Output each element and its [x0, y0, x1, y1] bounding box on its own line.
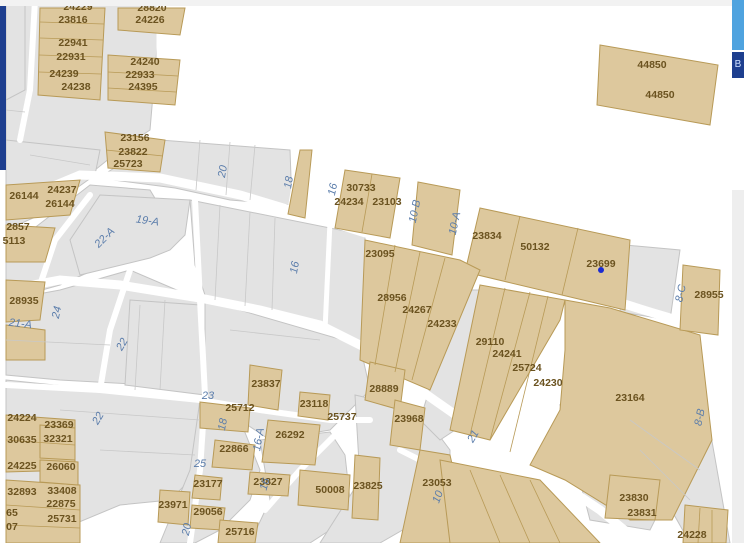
- parcel-number-label: 23825: [353, 480, 382, 492]
- parcel-number-label: 24228: [677, 529, 706, 541]
- parcel-number-label: 23834: [472, 230, 501, 242]
- parcel-number-label: 23971: [158, 499, 187, 511]
- parcel-number-label: 25712: [225, 402, 254, 414]
- parcel-number-label: 28955: [694, 289, 723, 301]
- parcel-number-label: 24237: [47, 184, 76, 196]
- cadastral-map[interactable]: 24229 2882023816 242262294122931 2424022933…: [0, 0, 744, 543]
- parcel-number-label: 26144: [45, 198, 74, 210]
- parcel-number-label: 26144: [9, 190, 38, 202]
- parcel-number-label: 25737: [327, 411, 356, 423]
- parcel-number-label: 26292: [275, 429, 304, 441]
- parcel-number-label: 24224: [7, 412, 36, 424]
- parcel-number-label: 44850: [645, 89, 674, 101]
- parcel-number-label: 65: [6, 507, 18, 519]
- parcel-number-label: 2857: [6, 221, 30, 233]
- parcel-number-label: 24238: [61, 81, 90, 93]
- parcel-number-label: 25731: [47, 513, 76, 525]
- parcel-number-label: 30635: [7, 434, 36, 446]
- parcel-number-label: 24225: [7, 460, 36, 472]
- parcel-number-label: 23816: [58, 14, 87, 26]
- street-name-label: 23: [201, 390, 215, 402]
- parcel-number-label: 29056: [193, 506, 222, 518]
- parcel-number-label: 33408: [47, 485, 76, 497]
- parcel-number-label: 23095: [365, 248, 394, 260]
- parcel-number-label: 32321: [43, 433, 72, 445]
- map-view[interactable]: 24229 28820 23816 24226 22941 22931 24240 22933…: [0, 0, 744, 543]
- parcel-number-label: 22933: [125, 69, 154, 81]
- parcel-number-label: 24395: [128, 81, 157, 93]
- parcel-number-label: 07: [6, 521, 18, 533]
- parcel-number-label: 44850: [637, 59, 666, 71]
- left-panel-edge[interactable]: [0, 0, 6, 170]
- parcel-number-label: 28956: [377, 292, 406, 304]
- street-name-label: 16: [326, 181, 340, 196]
- parcel-number-label: 23156: [120, 132, 149, 144]
- parcel-number-label: 26060: [46, 461, 75, 473]
- parcel-number-label: 23053: [422, 477, 451, 489]
- parcel-number-label: 24267: [402, 304, 431, 316]
- right-tool-button-label: B: [734, 59, 742, 70]
- parcel-number-label: 22866: [219, 443, 248, 455]
- parcel-number-label: 23177: [193, 478, 222, 490]
- parcel-number-label: 23822: [118, 146, 147, 158]
- parcel-number-label: 23968: [394, 413, 423, 425]
- parcel-number-label: 24241: [492, 348, 521, 360]
- right-panel-accent: [732, 0, 744, 50]
- parcel-number-label: 5113: [3, 235, 26, 247]
- street-name-label: 21-A: [7, 317, 32, 331]
- location-marker-icon[interactable]: [598, 267, 604, 273]
- parcel-number-label: 24239: [49, 68, 78, 80]
- parcel-number-label: 24233: [427, 318, 456, 330]
- parcel-number-label: 22931: [56, 51, 85, 63]
- parcel-number-label: 24234: [334, 196, 363, 208]
- parcel-number-label: 25723: [113, 158, 142, 170]
- parcel-number-label: 32893: [7, 486, 36, 498]
- parcel-number-label: 30733: [346, 182, 375, 194]
- parcel-number-label: 23837: [251, 378, 280, 390]
- parcel-number-label: 24240: [130, 56, 159, 68]
- parcel-number-label: 25724: [512, 362, 541, 374]
- parcel-number-label: 22875: [46, 498, 75, 510]
- parcel-number-label: 24230: [533, 377, 562, 389]
- street-name-label: 25: [193, 458, 207, 470]
- parcel-number-label: 28889: [369, 383, 398, 395]
- right-tool-button[interactable]: B: [732, 52, 744, 78]
- parcel-number-label: 23830: [619, 492, 648, 504]
- right-panel-edge: [732, 190, 744, 543]
- top-border: [0, 0, 744, 6]
- parcel-number-label: 24226: [135, 14, 164, 26]
- parcel-number-label: 50008: [315, 484, 344, 496]
- parcel-number-label: 23164: [615, 392, 644, 404]
- parcel-number-label: 23369: [44, 419, 73, 431]
- parcel-number-label: 29110: [476, 336, 505, 348]
- parcel-number-label: 23103: [372, 196, 401, 208]
- parcel-number-label: 22941: [58, 37, 87, 49]
- parcel-number-label: 23118: [300, 398, 329, 410]
- parcel-number-label: 23831: [627, 507, 656, 519]
- parcel-number-label: 28935: [9, 295, 38, 307]
- parcel-number-label: 25716: [225, 526, 254, 538]
- parcel-number-label: 50132: [520, 241, 549, 253]
